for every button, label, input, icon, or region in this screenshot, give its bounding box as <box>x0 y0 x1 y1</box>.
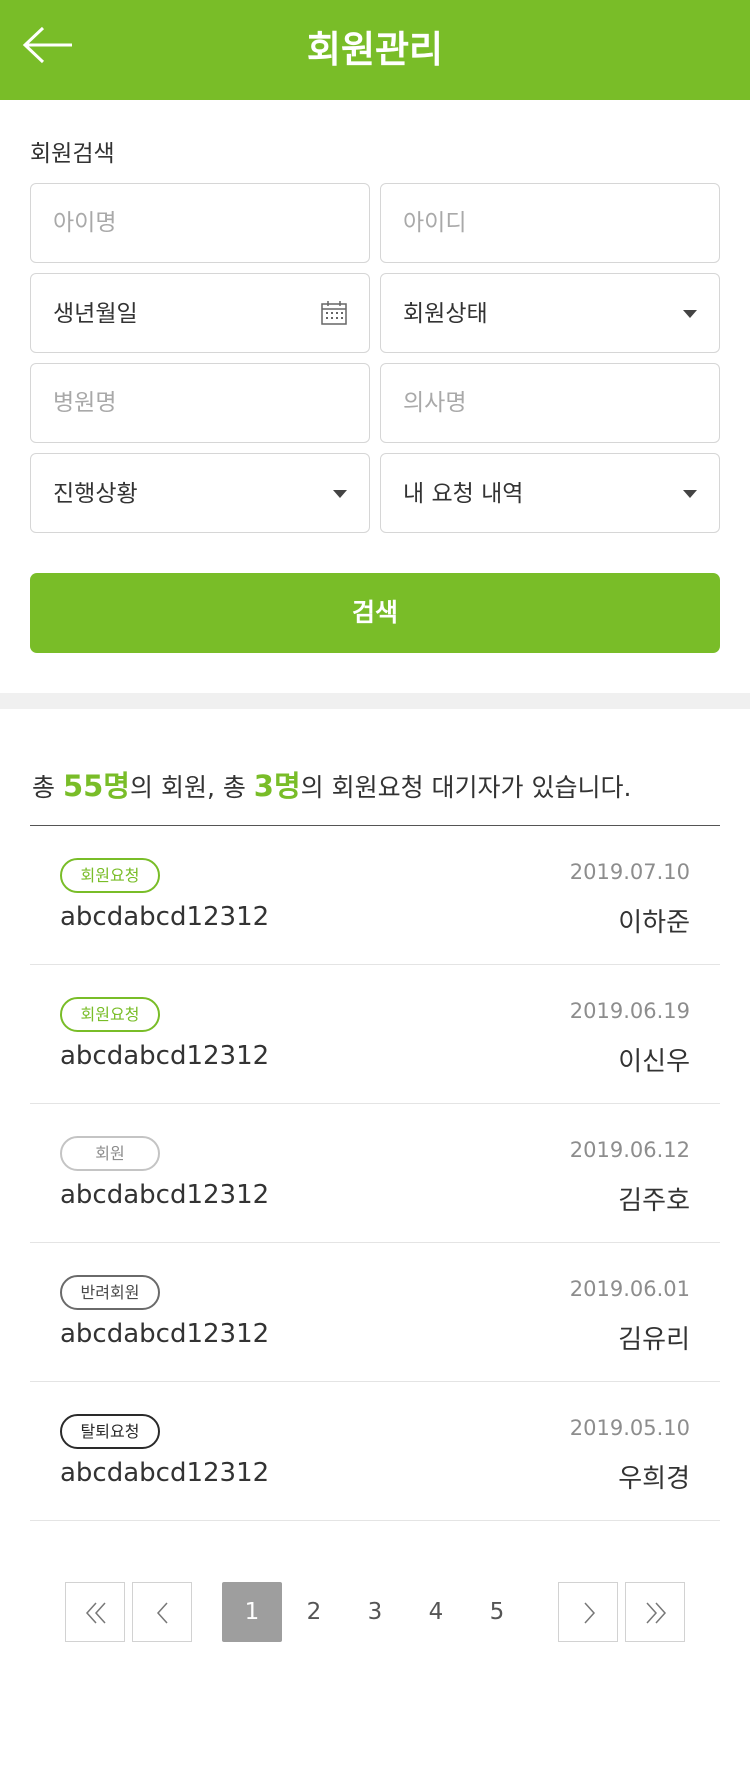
double-chevron-left-icon <box>85 1602 106 1624</box>
summary-middle: 의 회원, 총 <box>130 773 254 802</box>
status-badge: 회원요청 <box>60 858 160 893</box>
member-name: 김유리 <box>618 1325 690 1355</box>
member-name: 우희경 <box>618 1464 690 1494</box>
member-row[interactable]: 회원요청 2019.07.10 abcdabcd12312 이하준 <box>30 826 720 965</box>
birthdate-label: 생년월일 <box>53 301 138 327</box>
member-name: 이신우 <box>618 1047 690 1077</box>
section-divider <box>0 693 750 709</box>
calendar-icon <box>321 301 347 325</box>
member-row[interactable]: 회원 2019.06.12 abcdabcd12312 김주호 <box>30 1104 720 1243</box>
results-summary: 총 55명의 회원, 총 3명의 회원요청 대기자가 있습니다. <box>32 763 631 805</box>
chevron-down-icon <box>683 310 697 318</box>
member-row[interactable]: 탈퇴요청 2019.05.10 abcdabcd12312 우희경 <box>30 1382 720 1521</box>
waiting-count: 3명 <box>253 769 301 803</box>
prev-page-button[interactable] <box>132 1582 192 1642</box>
page-title: 회원관리 <box>306 28 444 71</box>
search-button[interactable]: 검색 <box>30 573 720 653</box>
my-requests-value: 내 요청 내역 <box>403 481 524 507</box>
last-page-button[interactable] <box>625 1582 685 1642</box>
member-row[interactable]: 반려회원 2019.06.01 abcdabcd12312 김유리 <box>30 1243 720 1382</box>
status-badge: 회원요청 <box>60 997 160 1032</box>
member-date: 2019.07.10 <box>569 860 690 884</box>
my-requests-select[interactable]: 내 요청 내역 <box>380 453 720 533</box>
doctor-input[interactable] <box>381 364 719 442</box>
chevron-left-icon <box>156 1602 168 1624</box>
next-page-button[interactable] <box>558 1582 618 1642</box>
member-user-id: abcdabcd12312 <box>60 902 270 932</box>
page-number[interactable]: 4 <box>406 1582 466 1642</box>
user-id-field <box>380 183 720 263</box>
progress-value: 진행상황 <box>53 481 138 507</box>
page-number[interactable]: 3 <box>345 1582 405 1642</box>
member-list: 회원요청 2019.07.10 abcdabcd12312 이하준 회원요청 2… <box>30 825 720 1521</box>
chevron-down-icon <box>333 490 347 498</box>
summary-suffix: 의 회원요청 대기자가 있습니다. <box>300 773 632 802</box>
member-date: 2019.06.12 <box>569 1138 690 1162</box>
member-status-value: 회원상태 <box>403 301 488 327</box>
member-row[interactable]: 회원요청 2019.06.19 abcdabcd12312 이신우 <box>30 965 720 1104</box>
search-section-label: 회원검색 <box>30 141 115 167</box>
member-user-id: abcdabcd12312 <box>60 1458 270 1488</box>
page-number[interactable]: 5 <box>467 1582 527 1642</box>
child-name-input[interactable] <box>31 184 369 262</box>
user-id-input[interactable] <box>381 184 719 262</box>
page-number[interactable]: 2 <box>284 1582 344 1642</box>
progress-select[interactable]: 진행상황 <box>30 453 370 533</box>
member-user-id: abcdabcd12312 <box>60 1319 270 1349</box>
status-badge: 반려회원 <box>60 1275 160 1310</box>
status-badge: 탈퇴요청 <box>60 1414 160 1449</box>
member-date: 2019.06.19 <box>569 999 690 1023</box>
hospital-input[interactable] <box>31 364 369 442</box>
doctor-field <box>380 363 720 443</box>
member-user-id: abcdabcd12312 <box>60 1041 270 1071</box>
member-date: 2019.05.10 <box>569 1416 690 1440</box>
status-badge: 회원 <box>60 1136 160 1171</box>
double-chevron-right-icon <box>646 1602 667 1624</box>
summary-prefix: 총 <box>32 773 63 802</box>
page-number-current[interactable]: 1 <box>222 1582 282 1642</box>
member-status-select[interactable]: 회원상태 <box>380 273 720 353</box>
first-page-button[interactable] <box>65 1582 125 1642</box>
birthdate-picker[interactable]: 생년월일 <box>30 273 370 353</box>
chevron-right-icon <box>584 1602 596 1624</box>
member-date: 2019.06.01 <box>569 1277 690 1301</box>
child-name-field <box>30 183 370 263</box>
hospital-field <box>30 363 370 443</box>
member-count: 55명 <box>62 769 130 803</box>
app-header: 회원관리 <box>0 0 750 100</box>
member-user-id: abcdabcd12312 <box>60 1180 270 1210</box>
member-name: 이하준 <box>618 908 690 938</box>
chevron-down-icon <box>683 490 697 498</box>
member-name: 김주호 <box>618 1186 690 1216</box>
